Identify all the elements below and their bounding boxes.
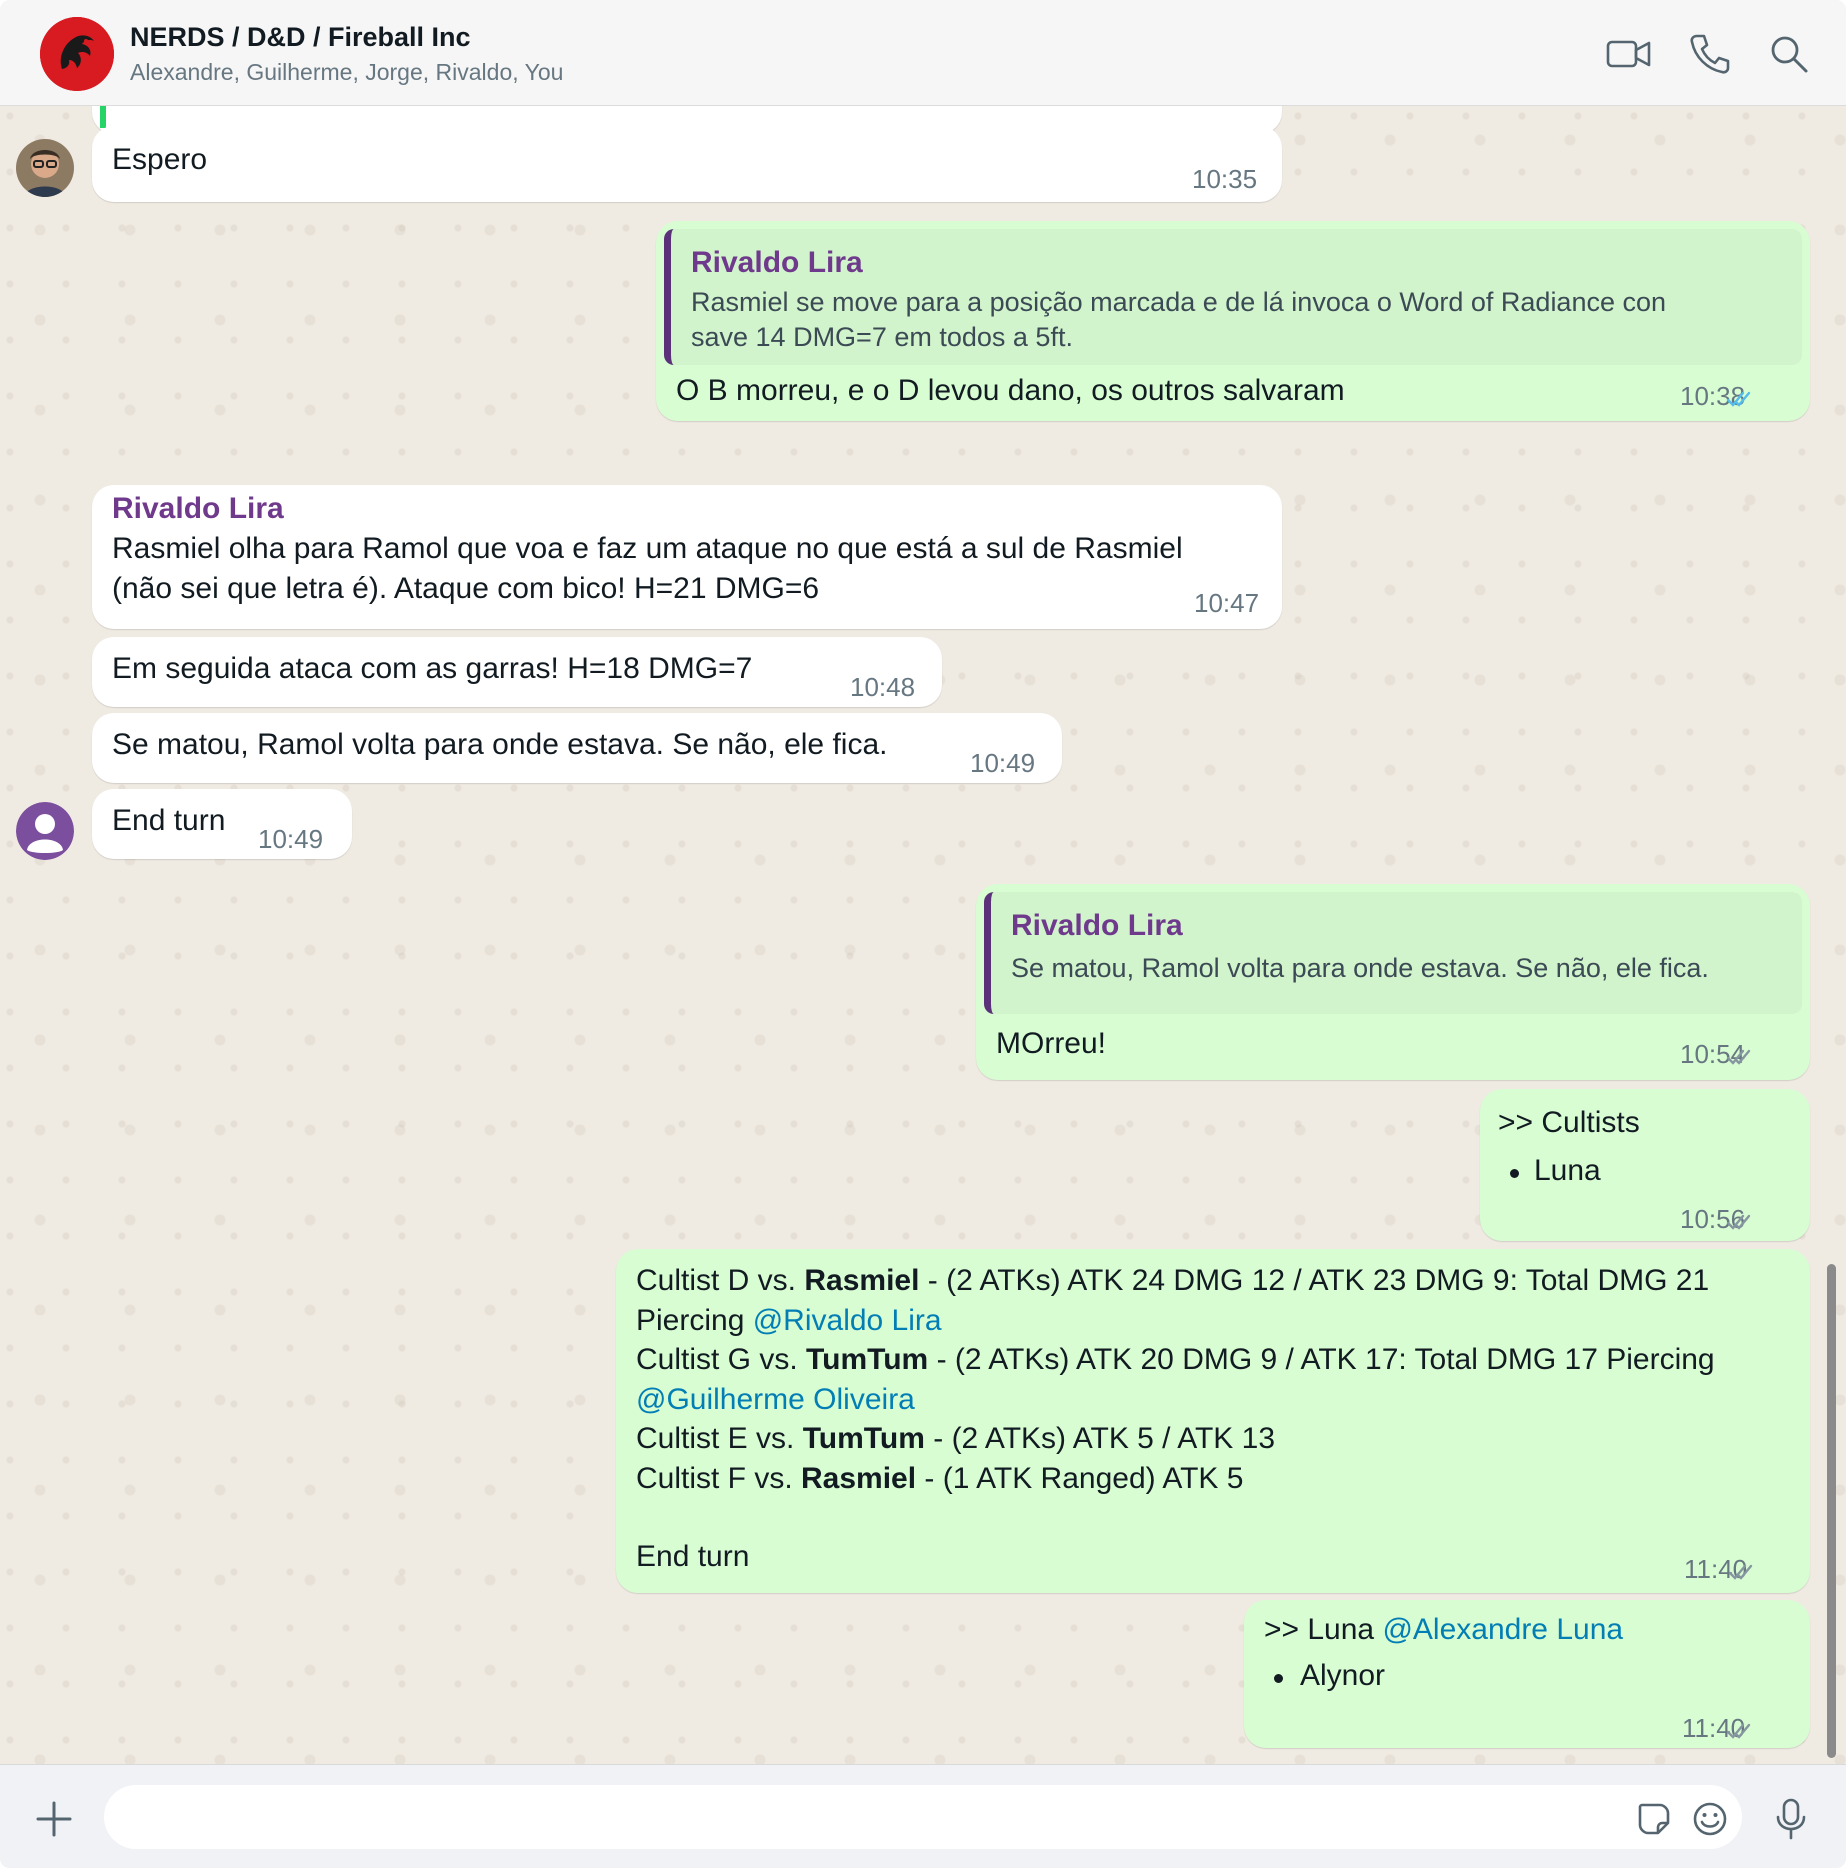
- list-bullet: [1510, 1169, 1519, 1178]
- default-avatar-icon[interactable]: [16, 802, 74, 860]
- quoted-sender: Rivaldo Lira: [691, 246, 863, 279]
- group-name[interactable]: NERDS / D&D / Fireball Inc: [130, 22, 471, 53]
- search-icon[interactable]: [1765, 30, 1813, 78]
- text-span: - (2 ATKs) ATK 20 DMG 9 / ATK 17: Total …: [928, 1343, 1715, 1376]
- quoted-message[interactable]: Rivaldo Lira Se matou, Ramol volta para …: [984, 892, 1802, 1014]
- message-time: 10:35: [1192, 164, 1258, 194]
- text-span: Cultist D vs.: [636, 1264, 805, 1297]
- message-bubble[interactable]: Se matou, Ramol volta para onde estava. …: [92, 713, 1062, 783]
- dragon-logo-icon: [40, 17, 114, 91]
- message-text: Rasmiel olha para Ramol que voa e faz um…: [112, 532, 1183, 565]
- message-text: O B morreu, e o D levou dano, os outros …: [676, 374, 1345, 407]
- message-bubble-outgoing[interactable]: Rivaldo Lira Rasmiel se move para a posi…: [656, 221, 1810, 421]
- message-text: MOrreu!: [996, 1027, 1107, 1060]
- message-line: Piercing @Rivaldo Lira: [636, 1301, 942, 1341]
- message-bubble[interactable]: Espero 10:35: [92, 126, 1282, 202]
- bold-name: TumTum: [802, 1422, 925, 1455]
- emoji-icon[interactable]: [1692, 1801, 1728, 1837]
- message-bubble[interactable]: Rivaldo Lira Rasmiel olha para Ramol que…: [92, 485, 1282, 629]
- message-bubble-outgoing[interactable]: Cultist D vs. Rasmiel - (2 ATKs) ATK 24 …: [616, 1249, 1810, 1593]
- bold-name: TumTum: [806, 1343, 929, 1376]
- chat-header: NERDS / D&D / Fireball Inc Alexandre, Gu…: [0, 0, 1846, 106]
- text-span: Cultist G vs.: [636, 1343, 807, 1376]
- group-avatar[interactable]: [40, 17, 114, 91]
- attach-plus-icon[interactable]: [30, 1795, 78, 1843]
- message-time: 10:49: [258, 824, 324, 854]
- message-line: Cultist F vs. Rasmiel - (1 ATK Ranged) A…: [636, 1459, 1243, 1499]
- message-line: Cultist G vs. TumTum - (2 ATKs) ATK 20 D…: [636, 1340, 1715, 1380]
- message-line: Cultist D vs. Rasmiel - (2 ATKs) ATK 24 …: [636, 1261, 1709, 1301]
- quoted-sender: Rivaldo Lira: [1011, 909, 1183, 942]
- video-call-icon[interactable]: [1605, 30, 1653, 78]
- message-bubble[interactable]: Em seguida ataca com as garras! H=18 DMG…: [92, 637, 942, 707]
- message-time: 10:49: [970, 748, 1036, 778]
- text-span: - (2 ATKs) ATK 24 DMG 12 / ATK 23 DMG 9:…: [919, 1264, 1710, 1297]
- voice-call-icon[interactable]: [1685, 30, 1733, 78]
- delivered-ticks-icon: [1726, 1214, 1751, 1230]
- message-line: End turn: [636, 1540, 750, 1573]
- message-line: Cultist E vs. TumTum - (2 ATKs) ATK 5 / …: [636, 1419, 1275, 1459]
- message-text: Espero: [112, 143, 208, 176]
- list-bullet: [1274, 1674, 1283, 1683]
- message-time: 10:47: [1194, 588, 1260, 618]
- mention-link[interactable]: @Alexandre Luna: [1382, 1613, 1623, 1646]
- quoted-text: Se matou, Ramol volta para onde estava. …: [1011, 953, 1709, 983]
- read-ticks-icon: [1726, 391, 1751, 407]
- message-text: Em seguida ataca com as garras! H=18 DMG…: [112, 652, 753, 685]
- text-span: - (1 ATK Ranged) ATK 5: [916, 1462, 1244, 1495]
- message-line: @Guilherme Oliveira: [636, 1380, 915, 1420]
- text-span: Piercing: [636, 1304, 753, 1337]
- message-bubble-outgoing[interactable]: >> Luna @Alexandre Luna Alynor 11:40: [1244, 1600, 1810, 1748]
- list-item: Alynor: [1300, 1659, 1386, 1692]
- quoted-text: Rasmiel se move para a posição marcada e…: [691, 287, 1667, 317]
- quoted-message[interactable]: Rivaldo Lira Rasmiel se move para a posi…: [664, 229, 1802, 365]
- delivered-ticks-icon: [1728, 1564, 1753, 1580]
- whatsapp-window: NERDS / D&D / Fireball Inc Alexandre, Gu…: [0, 0, 1846, 1868]
- text-span: Cultist E vs.: [636, 1422, 803, 1455]
- message-text: End turn: [112, 804, 226, 837]
- message-input[interactable]: [104, 1785, 1742, 1849]
- message-bubble[interactable]: End turn 10:49: [92, 789, 352, 859]
- quoted-text: save 14 DMG=7 em todos a 5ft.: [691, 322, 1073, 352]
- mention-link[interactable]: @Rivaldo Lira: [753, 1304, 942, 1337]
- quote-bar: [100, 106, 106, 128]
- text-span: Cultist F vs.: [636, 1462, 802, 1495]
- message-text: (não sei que letra é). Ataque com bico! …: [112, 572, 820, 605]
- delivered-ticks-icon: [1726, 1723, 1751, 1739]
- bold-name: Rasmiel: [804, 1264, 920, 1297]
- message-list[interactable]: Espero 10:35 Rivaldo Lira Rasmiel se mov…: [0, 106, 1846, 1764]
- scrollbar-thumb[interactable]: [1827, 1264, 1836, 1758]
- sender-name[interactable]: Rivaldo Lira: [112, 489, 284, 529]
- composer-bar: [0, 1764, 1846, 1868]
- participants-list[interactable]: Alexandre, Guilherme, Jorge, Rivaldo, Yo…: [130, 59, 563, 86]
- message-text: Se matou, Ramol volta para onde estava. …: [112, 728, 888, 761]
- list-item: Luna: [1534, 1154, 1601, 1187]
- text-span: - (2 ATKs) ATK 5 / ATK 13: [924, 1422, 1276, 1455]
- bold-name: Rasmiel: [801, 1462, 917, 1495]
- message-text: >> Cultists: [1498, 1106, 1640, 1139]
- microphone-icon[interactable]: [1773, 1797, 1809, 1841]
- sticker-icon[interactable]: [1636, 1801, 1672, 1837]
- mention-link[interactable]: @Guilherme Oliveira: [636, 1383, 915, 1416]
- message-bubble-outgoing[interactable]: >> Cultists Luna 10:56: [1480, 1089, 1810, 1241]
- delivered-ticks-icon: [1726, 1049, 1751, 1065]
- message-time: 10:48: [850, 672, 916, 702]
- message-line: >> Luna @Alexandre Luna: [1264, 1610, 1623, 1650]
- sender-avatar[interactable]: [16, 139, 74, 197]
- text-span: >> Luna: [1264, 1613, 1383, 1646]
- message-bubble-outgoing[interactable]: Rivaldo Lira Se matou, Ramol volta para …: [976, 884, 1810, 1080]
